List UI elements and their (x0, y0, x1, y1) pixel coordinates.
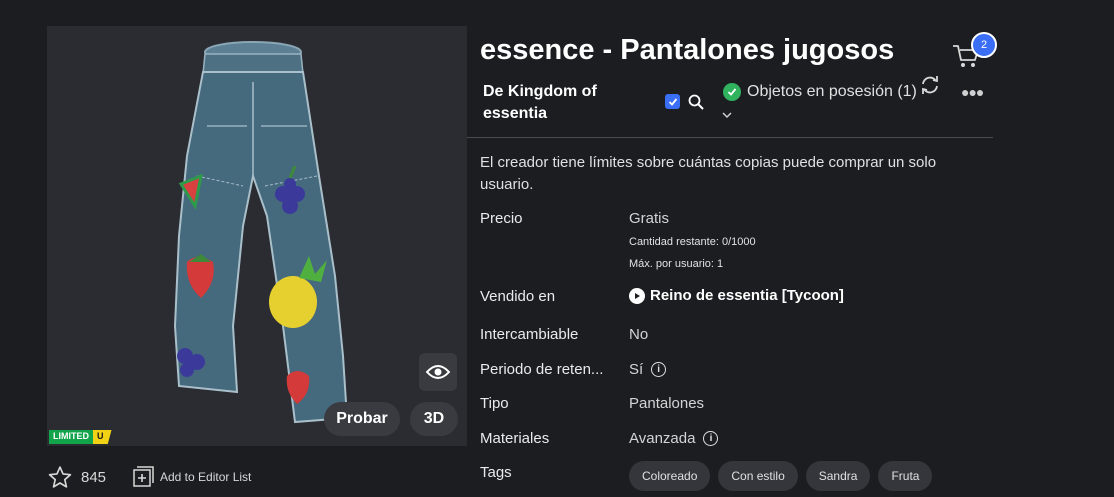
preview-toggle-button[interactable] (419, 353, 457, 391)
more-options-icon[interactable]: ●●● (961, 84, 984, 100)
favorite-button[interactable]: 845 (47, 465, 106, 490)
eye-icon (426, 365, 450, 379)
tradable-value: No (629, 326, 649, 343)
hold-period-text: Sí (629, 361, 644, 378)
creator-link[interactable]: De Kingdom of essentia (483, 81, 653, 125)
editor-list-label: Add to Editor List (160, 470, 252, 484)
header-divider (467, 137, 993, 138)
pants-image (173, 41, 349, 424)
price-value: Gratis (629, 210, 670, 227)
tag-chip[interactable]: Coloreado (629, 461, 711, 491)
info-icon[interactable]: i (651, 362, 667, 377)
experience-name: Reino de essentia [Tycoon] (650, 287, 844, 304)
tag-chip[interactable]: Sandra (805, 461, 871, 491)
search-icon[interactable] (688, 94, 704, 110)
type-label: Tipo (480, 395, 509, 412)
play-icon (629, 287, 645, 304)
sold-in-label: Vendido en (480, 288, 556, 305)
limited-u-label: U (93, 430, 112, 444)
max-per-user: Máx. por usuario: 1 (629, 258, 724, 270)
tags-label: Tags (480, 464, 512, 481)
hold-period-label: Periodo de reten... (480, 361, 604, 378)
materials-value: Avanzada i (629, 430, 719, 447)
chevron-down-icon[interactable] (721, 110, 733, 120)
tag-chip[interactable]: Fruta (878, 461, 933, 491)
cart-count-badge: 2 (971, 32, 997, 58)
purchase-limit-notice: El creador tiene límites sobre cuántas c… (480, 154, 937, 193)
price-label: Precio (480, 210, 523, 227)
limited-badge: LIMITED U (49, 430, 112, 444)
add-list-icon (133, 466, 154, 487)
tag-chip[interactable]: Con estilo (718, 461, 798, 491)
hold-period-value: Sí i (629, 361, 667, 378)
item-preview: Probar 3D LIMITED U (47, 26, 467, 446)
star-icon (48, 466, 72, 488)
3d-view-button[interactable]: 3D (410, 402, 458, 436)
favorite-count: 845 (81, 469, 107, 486)
tag-list: Coloreado Con estilo Sandra Fruta (629, 461, 933, 491)
add-to-editor-list-button[interactable]: Add to Editor List (132, 466, 251, 488)
tradable-label: Intercambiable (480, 326, 579, 343)
try-on-button[interactable]: Probar (324, 402, 400, 436)
type-value: Pantalones (629, 395, 705, 412)
info-icon[interactable]: i (703, 431, 719, 446)
refresh-icon[interactable] (919, 74, 941, 96)
verified-icon (665, 94, 680, 109)
item-title: essence - Pantalones jugosos (480, 34, 895, 66)
remaining-quantity: Cantidad restante: 0/1000 (629, 236, 756, 248)
owned-items-label: Objetos en posesión (1) (747, 83, 917, 100)
experience-link[interactable]: Reino de essentia [Tycoon] (629, 287, 844, 304)
owned-items-dropdown[interactable]: Objetos en posesión (1) (723, 83, 917, 101)
check-circle-icon (723, 83, 741, 101)
materials-label: Materiales (480, 430, 550, 447)
materials-text: Avanzada (629, 430, 696, 447)
limited-label: LIMITED (49, 430, 93, 444)
